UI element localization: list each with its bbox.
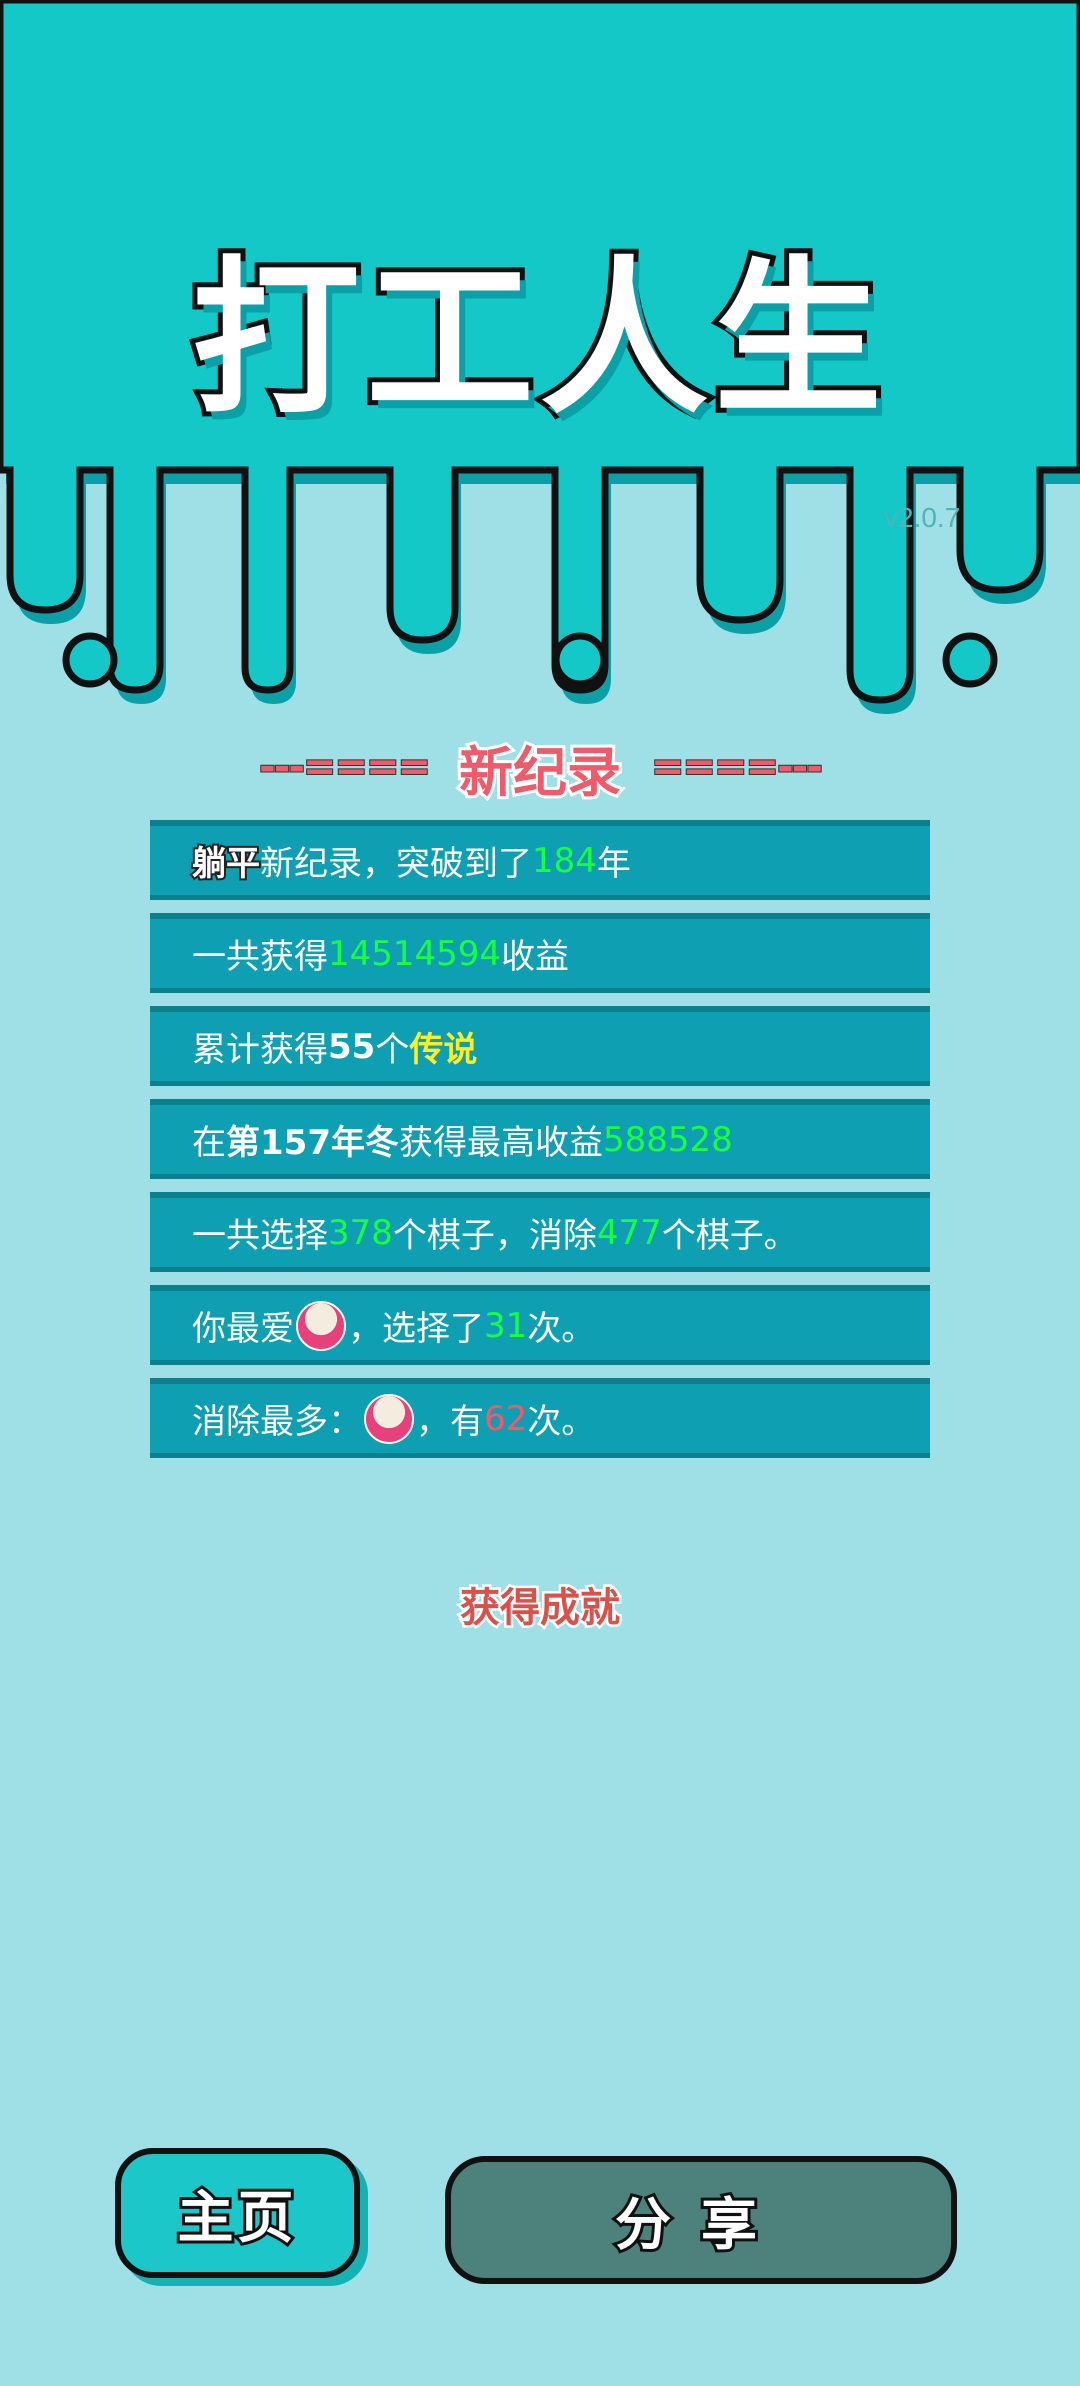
stat-row: 在 第157年冬 获得最高收益 588528 — [150, 1099, 930, 1179]
share-button[interactable]: 分享 — [445, 2156, 957, 2284]
stat-text: 新纪录，突破到了 — [260, 844, 532, 884]
stat-text: 378 — [328, 1212, 393, 1253]
stat-text: 62 — [484, 1398, 528, 1439]
home-button[interactable]: 主页 — [115, 2148, 360, 2278]
rice-bowl-icon — [296, 1300, 346, 1351]
stat-text: 你最爱 — [192, 1309, 294, 1349]
rice-bowl-icon — [364, 1393, 414, 1444]
stat-row: 躺平 新纪录，突破到了 184 年 — [150, 820, 930, 900]
stat-text: 获得最高收益 — [398, 1123, 603, 1163]
stat-text: 个棋子。 — [661, 1216, 798, 1256]
stat-text: 588528 — [602, 1119, 733, 1160]
stat-row: 累计获得 55 个 传说 — [150, 1006, 930, 1086]
stat-text: 年 — [596, 844, 631, 884]
stat-text: 消除最多： — [192, 1402, 362, 1442]
stat-row: 你最爱 ，选择了 31 次。 — [150, 1285, 930, 1365]
stat-text: 一共获得 — [192, 937, 328, 977]
stat-text: 传说 — [409, 1030, 478, 1070]
decor-dashes-left: ---==== — [258, 743, 432, 791]
stat-text: 55 — [328, 1026, 376, 1067]
stats-list: 躺平 新纪录，突破到了 184 年一共获得 14514594 收益 累计获得 55 个 传说在 … — [150, 820, 930, 1471]
stat-text: 在 — [192, 1123, 226, 1163]
new-record-title: 新纪录 — [456, 738, 624, 807]
stat-text: 31 — [484, 1305, 528, 1346]
achievement-link[interactable]: 获得成就 — [0, 1575, 1080, 1634]
stat-text: 14514594 — [328, 933, 502, 974]
stat-row: 一共获得 14514594 收益 — [150, 913, 930, 993]
stat-text: 次。 — [527, 1402, 596, 1442]
stat-text: 个棋子，消除 — [392, 1216, 597, 1256]
stat-text: 躺平 — [190, 842, 262, 886]
stat-text: ，选择了 — [348, 1309, 484, 1349]
stat-row: 消除最多： ，有 62 次。 — [150, 1378, 930, 1458]
stat-text: ，有 — [416, 1402, 484, 1442]
stat-text: 184 — [532, 840, 597, 881]
new-record-header: ---==== 新纪录 ====--- — [0, 732, 1080, 807]
decor-dashes-right: ====--- — [650, 743, 824, 791]
drip-droplet — [942, 632, 998, 688]
stat-row: 一共选择 378 个棋子，消除 477 个棋子。 — [150, 1192, 930, 1272]
stat-text: 收益 — [501, 937, 570, 977]
stat-text: 477 — [596, 1212, 662, 1253]
stat-text: 个 — [375, 1030, 410, 1070]
stat-text: 累计获得 — [192, 1030, 328, 1070]
stat-text: 第157年冬 — [226, 1123, 399, 1163]
stat-text: 一共选择 — [192, 1216, 328, 1256]
drip-droplet — [62, 632, 118, 688]
game-title: 打工人生 — [187, 241, 888, 437]
stat-text: 次。 — [527, 1309, 596, 1349]
drip-droplet — [552, 632, 608, 688]
version-label: v2.0.7 — [884, 502, 961, 533]
